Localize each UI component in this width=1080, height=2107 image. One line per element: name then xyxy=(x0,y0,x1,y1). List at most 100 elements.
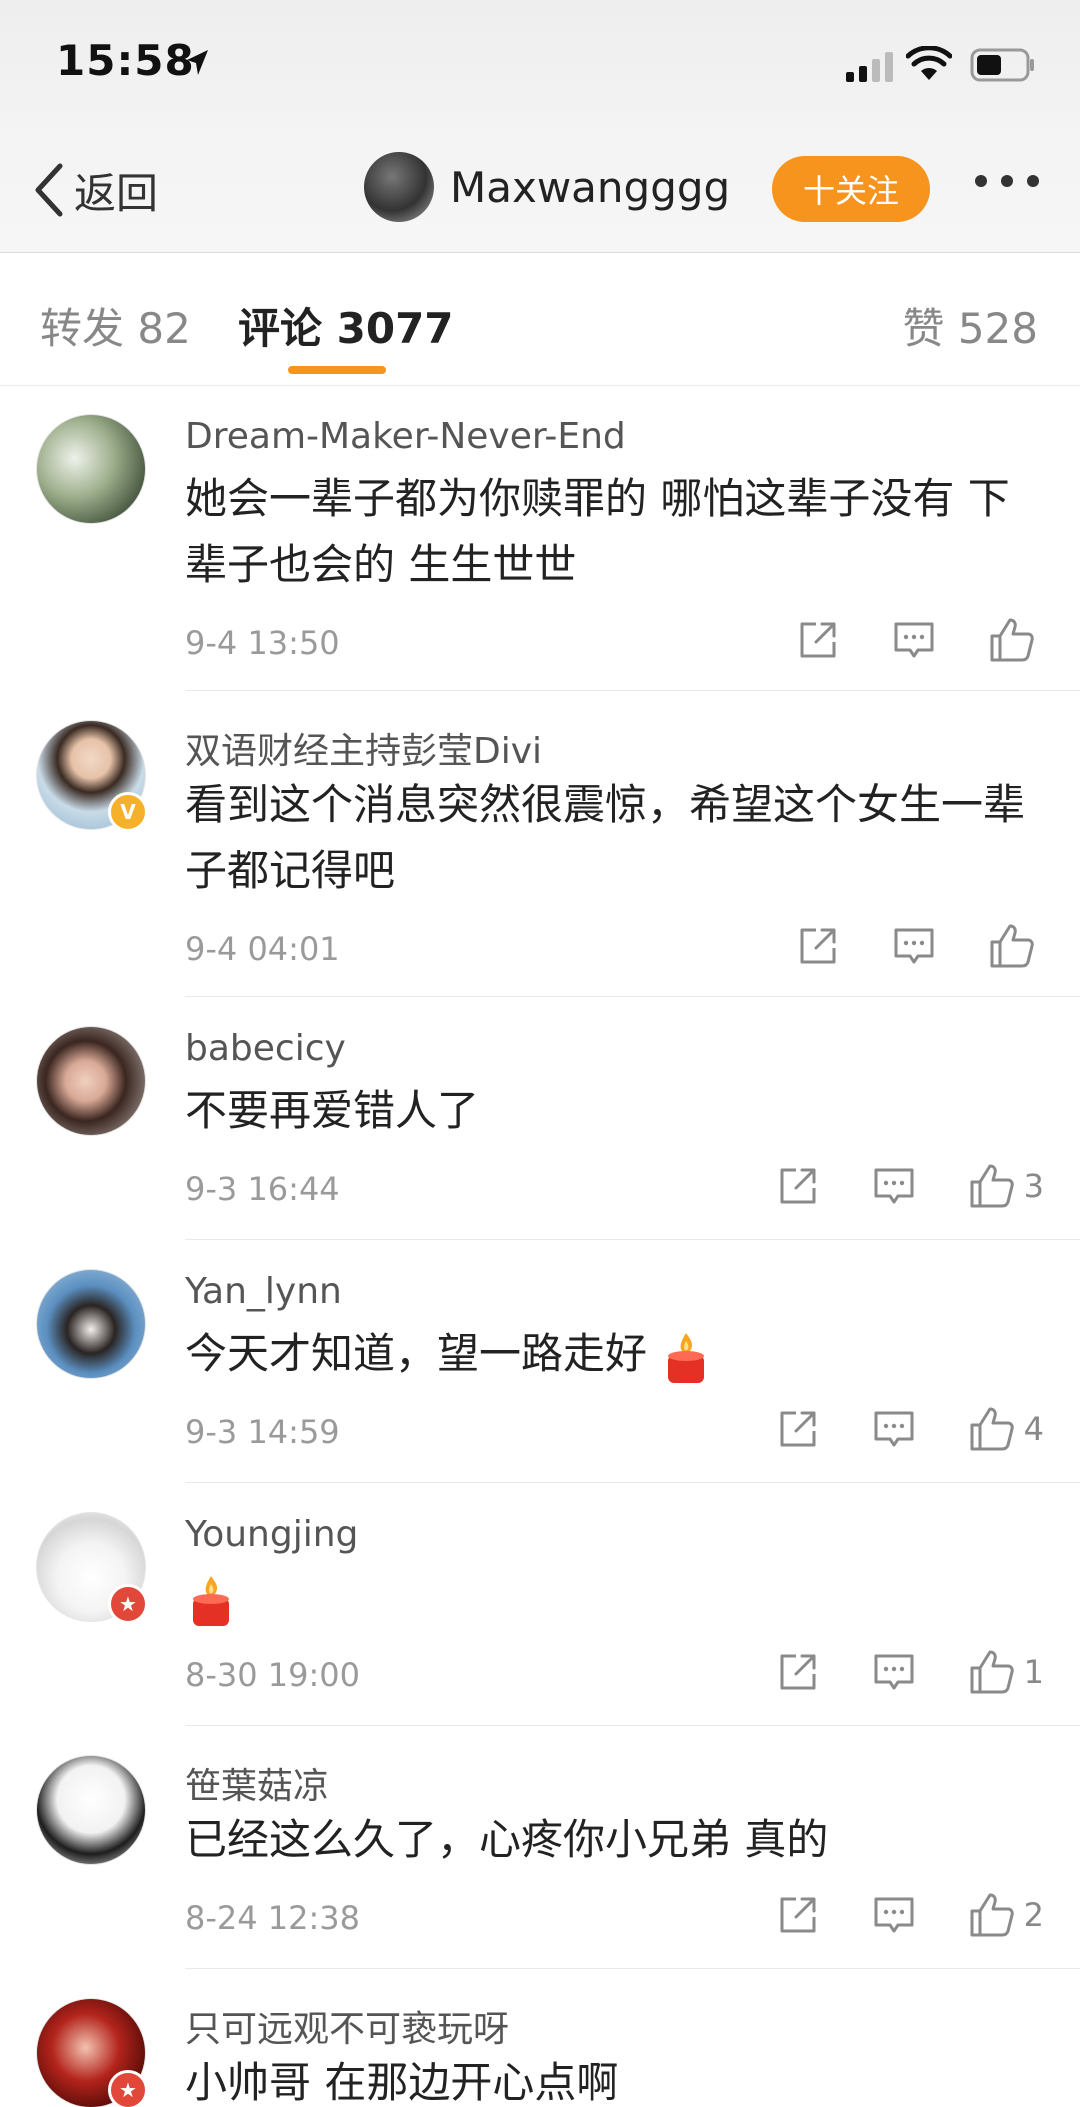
divider xyxy=(185,996,1080,997)
comment-text: 她会一辈子都为你赎罪的 哪怕这辈子没有 下辈子也会的 生生世世 xyxy=(185,474,1010,589)
more-options-icon[interactable] xyxy=(974,174,1040,188)
candle-emoji-icon xyxy=(660,1329,712,1385)
like-button[interactable]: 2 xyxy=(968,1891,1044,1939)
back-label: 返回 xyxy=(74,168,159,218)
tab-comments[interactable]: 评论 3077 xyxy=(238,295,454,356)
share-button[interactable] xyxy=(776,1650,820,1694)
like-count: 4 xyxy=(1023,1410,1044,1448)
comment-username[interactable]: Dream-Maker-Never-End xyxy=(185,416,626,457)
reply-button[interactable] xyxy=(872,1407,916,1451)
like-count: 3 xyxy=(1023,1167,1044,1205)
avatar[interactable]: V xyxy=(36,720,148,832)
comment-actions: 4 xyxy=(776,1405,1044,1453)
comment-time: 8-30 19:00 xyxy=(185,1656,361,1694)
comment-text xyxy=(185,1564,1045,1630)
comment-item[interactable]: V 双语财经主持彭莹Divi 看到这个消息突然很震惊，希望这个女生一辈子都记得吧… xyxy=(0,692,1080,997)
like-icon xyxy=(988,922,1036,970)
avatar[interactable] xyxy=(36,414,148,526)
like-icon xyxy=(968,1162,1016,1210)
avatar[interactable]: ★ xyxy=(36,1512,148,1624)
comment-username[interactable]: 笹葉菇凉 xyxy=(185,1757,329,1809)
reply-button[interactable] xyxy=(892,618,936,662)
signal-icon xyxy=(846,52,893,82)
avatar[interactable]: ★ xyxy=(36,1998,148,2107)
follow-button[interactable]: 十关注 xyxy=(772,156,930,222)
comment-text: 小帅哥 在那边开心点啊 xyxy=(185,2058,619,2107)
like-button[interactable] xyxy=(988,922,1044,970)
divider xyxy=(185,1968,1080,1969)
comment-item[interactable]: Dream-Maker-Never-End 她会一辈子都为你赎罪的 哪怕这辈子没… xyxy=(0,386,1080,691)
share-icon xyxy=(776,1650,820,1694)
like-button[interactable]: 1 xyxy=(968,1648,1044,1696)
candle-emoji-icon xyxy=(185,1572,237,1628)
share-button[interactable] xyxy=(776,1893,820,1937)
reply-button[interactable] xyxy=(872,1650,916,1694)
comment-icon xyxy=(872,1164,916,1208)
like-icon xyxy=(968,1405,1016,1453)
comment-username[interactable]: 只可远观不可亵玩呀 xyxy=(185,2000,509,2052)
share-icon xyxy=(796,924,840,968)
battery-icon xyxy=(970,48,1034,82)
tab-repost[interactable]: 转发 82 xyxy=(40,295,191,356)
comment-text: 今天才知道，望一路走好 xyxy=(185,1321,1045,1387)
comment-text: 不要再爱错人了 xyxy=(185,1086,480,1135)
comment-text: 已经这么久了，心疼你小兄弟 真的 xyxy=(185,1815,829,1864)
wifi-icon xyxy=(906,46,952,80)
verified-badge-icon: V xyxy=(108,792,148,832)
avatar[interactable] xyxy=(36,1755,148,1867)
like-count: 1 xyxy=(1023,1653,1044,1691)
comment-actions xyxy=(796,922,1044,970)
avatar[interactable] xyxy=(36,1269,148,1381)
comment-icon xyxy=(892,924,936,968)
tab-likes[interactable]: 赞 528 xyxy=(902,295,1038,356)
like-count: 2 xyxy=(1023,1896,1044,1934)
share-icon xyxy=(776,1893,820,1937)
comment-username[interactable]: Yan_lynn xyxy=(185,1271,342,1312)
back-button[interactable]: 返回 xyxy=(32,160,158,220)
reply-button[interactable] xyxy=(892,924,936,968)
share-button[interactable] xyxy=(776,1164,820,1208)
comment-item[interactable]: Yan_lynn 今天才知道，望一路走好 9-3 14:59 4 xyxy=(0,1241,1080,1483)
share-button[interactable] xyxy=(776,1407,820,1451)
comment-item[interactable]: babecicy 不要再爱错人了 9-3 16:44 3 xyxy=(0,998,1080,1240)
comment-icon xyxy=(872,1650,916,1694)
comment-item[interactable]: 笹葉菇凉 已经这么久了，心疼你小兄弟 真的 8-24 12:38 2 xyxy=(0,1727,1080,1969)
divider xyxy=(185,1482,1080,1483)
like-button[interactable] xyxy=(988,616,1044,664)
comment-username[interactable]: babecicy xyxy=(185,1028,346,1069)
share-button[interactable] xyxy=(796,618,840,662)
comment-actions: 2 xyxy=(776,1891,1044,1939)
like-icon xyxy=(968,1648,1016,1696)
comment-username[interactable]: 双语财经主持彭莹Divi xyxy=(185,722,542,774)
vip-badge-icon: ★ xyxy=(108,2070,148,2107)
share-icon xyxy=(796,618,840,662)
avatar[interactable] xyxy=(36,1026,148,1138)
author-avatar[interactable] xyxy=(364,152,434,222)
comment-actions xyxy=(796,616,1044,664)
comment-time: 9-3 14:59 xyxy=(185,1413,340,1451)
comment-time: 9-4 04:01 xyxy=(185,930,340,968)
comment-item[interactable]: ★ Youngjing 8-30 19:00 1 xyxy=(0,1484,1080,1726)
comment-time: 9-4 13:50 xyxy=(185,624,340,662)
comment-time: 9-3 16:44 xyxy=(185,1170,340,1208)
divider xyxy=(185,690,1080,691)
reply-button[interactable] xyxy=(872,1164,916,1208)
comment-actions: 1 xyxy=(776,1648,1044,1696)
divider xyxy=(185,1239,1080,1240)
location-arrow-icon xyxy=(187,50,208,75)
chevron-left-icon xyxy=(35,163,63,217)
author-header[interactable]: Maxwangggg xyxy=(364,152,730,222)
share-icon xyxy=(776,1407,820,1451)
like-icon xyxy=(968,1891,1016,1939)
like-button[interactable]: 3 xyxy=(968,1162,1044,1210)
comment-time: 8-24 12:38 xyxy=(185,1899,361,1937)
reply-button[interactable] xyxy=(872,1893,916,1937)
share-button[interactable] xyxy=(796,924,840,968)
comment-item[interactable]: ★ 只可远观不可亵玩呀 小帅哥 在那边开心点啊 xyxy=(0,1970,1080,2107)
comment-actions: 3 xyxy=(776,1162,1044,1210)
like-button[interactable]: 4 xyxy=(968,1405,1044,1453)
comment-text: 看到这个消息突然很震惊，希望这个女生一辈子都记得吧 xyxy=(185,780,1026,895)
comment-username[interactable]: Youngjing xyxy=(185,1514,358,1555)
like-icon xyxy=(988,616,1036,664)
author-name[interactable]: Maxwangggg xyxy=(450,163,730,212)
